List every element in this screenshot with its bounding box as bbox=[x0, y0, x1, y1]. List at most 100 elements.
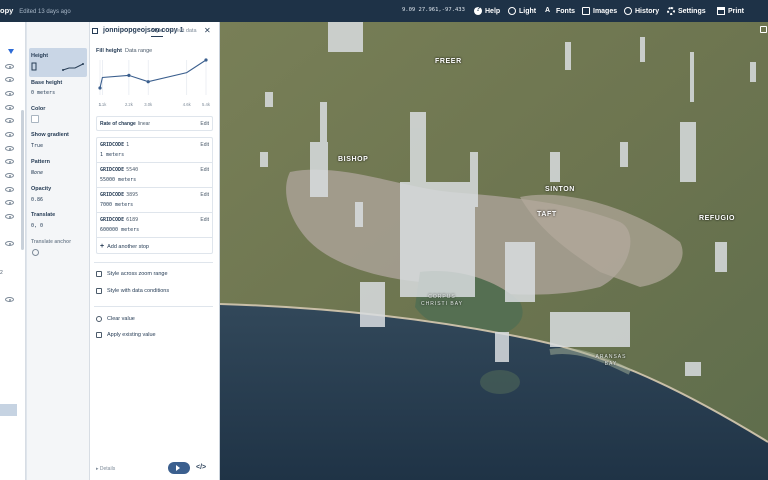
edit-stop-button[interactable]: Edit bbox=[200, 217, 209, 223]
eye-icon[interactable] bbox=[5, 105, 14, 110]
layer-list-number: 2 bbox=[0, 270, 3, 276]
stop-row[interactable]: GRIDCODE 3895 7000 meters Edit bbox=[97, 188, 212, 213]
eye-icon[interactable] bbox=[5, 91, 14, 96]
eye-icon[interactable] bbox=[5, 187, 14, 192]
title-area: opy Edited 13 days ago bbox=[0, 6, 71, 15]
top-bar: opy Edited 13 days ago 9.09 27.961,-97.4… bbox=[0, 0, 768, 22]
stop-row[interactable]: GRIDCODE 1 1 meters Edit bbox=[97, 138, 212, 163]
pattern-value[interactable]: None bbox=[31, 170, 43, 176]
gear-icon bbox=[667, 7, 675, 15]
close-icon[interactable]: ✕ bbox=[204, 26, 211, 35]
chart-tick-label: 4.6k bbox=[183, 102, 192, 107]
layer-type-icon bbox=[92, 28, 98, 34]
clock-icon bbox=[624, 7, 632, 15]
tab-style[interactable]: Style bbox=[151, 28, 164, 37]
fullscreen-icon[interactable] bbox=[760, 26, 767, 33]
height-property-row[interactable]: Height bbox=[29, 48, 87, 77]
details-toggle[interactable]: ▸ Details bbox=[96, 466, 115, 472]
edit-stop-button[interactable]: Edit bbox=[200, 167, 209, 173]
data-conditions-label: Style with data conditions bbox=[107, 288, 170, 294]
eye-icon[interactable] bbox=[5, 132, 14, 137]
style-title[interactable]: opy bbox=[0, 6, 13, 15]
chart-point[interactable] bbox=[98, 86, 102, 90]
filter-icon[interactable] bbox=[8, 49, 14, 55]
edit-stop-button[interactable]: Edit bbox=[200, 142, 209, 148]
eye-icon[interactable] bbox=[5, 214, 14, 219]
settings-button[interactable]: Settings bbox=[667, 5, 706, 17]
opacity-value[interactable]: 0.86 bbox=[31, 197, 43, 203]
editor-header: jonnipopgeojson copy 1 Style Select data… bbox=[90, 22, 220, 42]
clear-value-label: Clear value bbox=[107, 316, 135, 322]
eye-icon[interactable] bbox=[5, 146, 14, 151]
place-label: TAFT bbox=[537, 211, 557, 218]
translate-anchor-label: Translate anchor bbox=[31, 239, 72, 245]
eye-icon[interactable] bbox=[5, 241, 14, 246]
fonts-button[interactable]: A Fonts bbox=[545, 5, 575, 17]
stop-value: 600000 meters bbox=[100, 227, 140, 233]
eye-icon[interactable] bbox=[5, 77, 14, 82]
property-list: Height Base height 0 meters Color Show g… bbox=[27, 22, 90, 480]
apply-existing-label: Apply existing value bbox=[107, 332, 156, 338]
add-stop-button[interactable]: + Add another stop bbox=[100, 243, 149, 250]
translate-value[interactable]: 0, 0 bbox=[31, 223, 43, 229]
help-button[interactable]: Help bbox=[474, 5, 500, 17]
select-mode-button[interactable] bbox=[168, 462, 190, 474]
eye-icon[interactable] bbox=[5, 159, 14, 164]
translate-label: Translate bbox=[31, 212, 56, 218]
stop-key: GRIDCODE 6189 bbox=[100, 217, 138, 223]
show-gradient-value[interactable]: True bbox=[31, 143, 43, 149]
stop-row[interactable]: GRIDCODE 5540 55000 meters Edit bbox=[97, 163, 212, 188]
stop-key-name: GRIDCODE bbox=[100, 167, 125, 173]
fill-height-label: Fill height Data range bbox=[96, 48, 152, 54]
style-editor-panel: jonnipopgeojson copy 1 Style Select data… bbox=[90, 22, 220, 480]
tab-select-data[interactable]: Select data bbox=[169, 28, 197, 34]
place-label: CORPUS CHRISTI BAY bbox=[420, 294, 464, 307]
eye-icon[interactable] bbox=[5, 173, 14, 178]
chart-tick-label: 3.0k bbox=[144, 102, 153, 107]
base-height-value[interactable]: 0 meters bbox=[31, 90, 55, 96]
scrollbar[interactable] bbox=[21, 110, 24, 250]
selected-layer-row[interactable] bbox=[0, 404, 17, 416]
data-conditions-button[interactable]: Style with data conditions bbox=[96, 288, 169, 294]
light-label: Light bbox=[519, 7, 537, 15]
eye-icon[interactable] bbox=[5, 297, 14, 302]
color-swatch[interactable] bbox=[31, 115, 39, 123]
chart-point[interactable] bbox=[146, 80, 150, 84]
chart-point[interactable] bbox=[204, 58, 208, 62]
copy-icon bbox=[96, 332, 102, 338]
chart-tick-label: 1.1k bbox=[98, 102, 107, 107]
eye-icon[interactable] bbox=[5, 64, 14, 69]
clear-value-button[interactable]: Clear value bbox=[96, 316, 135, 322]
eye-icon[interactable] bbox=[5, 118, 14, 123]
details-label: Details bbox=[99, 466, 116, 472]
chart-point[interactable] bbox=[127, 73, 131, 77]
height-label: Height bbox=[31, 53, 49, 59]
data-range-label: Data range bbox=[124, 48, 153, 54]
rate-of-change-title: Rate of change bbox=[100, 121, 136, 127]
eye-icon[interactable] bbox=[5, 200, 14, 205]
images-button[interactable]: Images bbox=[582, 5, 617, 17]
history-label: History bbox=[635, 7, 660, 15]
light-button[interactable]: Light bbox=[508, 5, 536, 17]
zoom-range-button[interactable]: Style across zoom range bbox=[96, 271, 168, 277]
history-button[interactable]: History bbox=[624, 5, 659, 17]
stop-key-name: GRIDCODE bbox=[100, 217, 125, 223]
coordinates-readout: 9.09 27.961,-97.433 bbox=[402, 7, 465, 13]
rate-of-change-row[interactable]: Rate of change linear Edit bbox=[96, 116, 213, 131]
help-label: Help bbox=[485, 7, 501, 15]
print-button[interactable]: Print bbox=[717, 5, 744, 17]
stop-row[interactable]: GRIDCODE 6189 600000 meters Edit bbox=[97, 213, 212, 238]
place-label: FREER bbox=[435, 58, 462, 65]
extruded-bars bbox=[260, 22, 756, 376]
edit-rate-button[interactable]: Edit bbox=[200, 121, 209, 127]
map-canvas[interactable]: FREER BISHOP SINTON TAFT REFUGIO CORPUS … bbox=[220, 22, 768, 480]
edited-status: Edited 13 days ago bbox=[19, 9, 71, 15]
stop-key-value: 6189 bbox=[126, 217, 139, 223]
images-label: Images bbox=[593, 7, 618, 15]
data-range-chart[interactable]: 11.1k 2.2k 3.0k 4.6k 5.4k bbox=[96, 57, 212, 109]
edit-stop-button[interactable]: Edit bbox=[200, 192, 209, 198]
code-view-button[interactable]: </> bbox=[196, 464, 206, 471]
anchor-icon[interactable] bbox=[32, 249, 39, 256]
chart-tick-label: 5.4k bbox=[202, 102, 211, 107]
apply-existing-button[interactable]: Apply existing value bbox=[96, 332, 156, 338]
